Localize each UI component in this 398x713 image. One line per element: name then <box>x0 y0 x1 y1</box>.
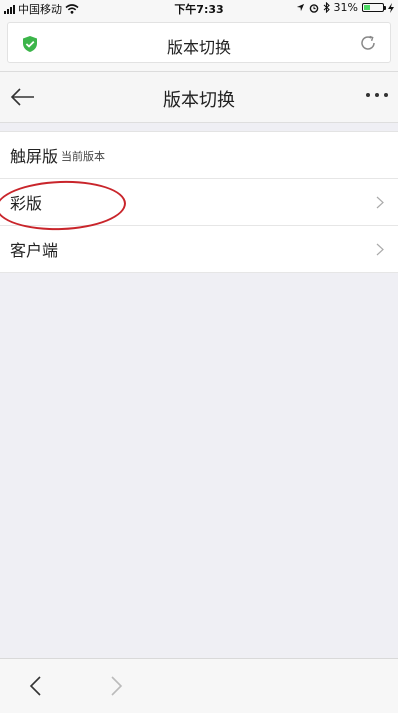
list-item-label: 触屏版 <box>10 147 59 166</box>
current-version-tag: 当前版本 <box>61 150 106 163</box>
more-dots-icon[interactable] <box>366 93 388 97</box>
status-right: 31% <box>296 1 394 14</box>
list-item-client[interactable]: 客户端 <box>0 226 398 273</box>
list-item-label: 彩版 <box>10 194 43 213</box>
address-bar[interactable]: 版本切换 <box>7 22 391 63</box>
chevron-right-icon <box>376 243 384 256</box>
page-title: 版本切换 <box>163 90 235 111</box>
chevron-right-icon <box>376 196 384 209</box>
list-item-color[interactable]: 彩版 <box>0 179 398 226</box>
browser-toolbar <box>0 658 398 713</box>
browser-address-area: 版本切换 <box>0 16 398 72</box>
refresh-icon[interactable] <box>358 33 378 53</box>
bluetooth-icon <box>323 2 330 13</box>
status-bar: 中国移动 下午7:33 31% <box>0 0 398 16</box>
version-list: 触屏版 当前版本 彩版 客户端 <box>0 131 398 273</box>
chevron-left-icon[interactable] <box>28 675 44 697</box>
battery-percent: 31% <box>333 1 358 14</box>
location-icon <box>296 3 304 12</box>
charging-icon <box>388 2 394 13</box>
page-header: 版本切换 <box>0 72 398 123</box>
alarm-icon <box>309 3 318 13</box>
address-title: 版本切换 <box>166 38 231 57</box>
battery-icon <box>362 3 386 12</box>
list-item-label: 客户端 <box>10 241 59 260</box>
list-item-touch[interactable]: 触屏版 当前版本 <box>0 132 398 179</box>
chevron-right-icon[interactable] <box>108 675 124 697</box>
